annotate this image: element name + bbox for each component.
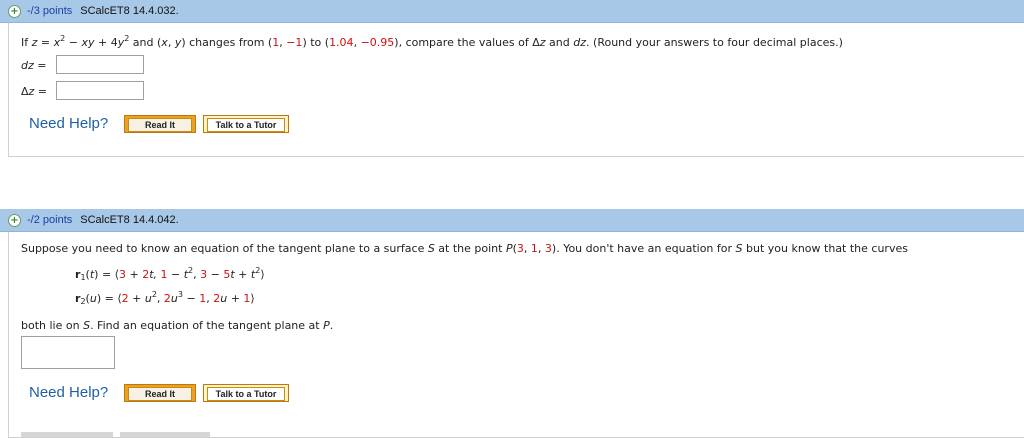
question-code: SCalcET8 14.4.032. xyxy=(80,5,179,17)
talk-to-tutor-button[interactable]: Talk to a Tutor xyxy=(203,115,289,133)
question-2-body xyxy=(8,232,1024,438)
question-1-prompt: If z = x2 − xy + 4y2 and (x, y) changes … xyxy=(21,34,843,50)
talk-to-tutor-button[interactable]: Talk to a Tutor xyxy=(203,384,289,402)
question-code: SCalcET8 14.4.042. xyxy=(80,214,179,226)
delta-z-answer-input[interactable] xyxy=(56,81,144,100)
question-1-header: + -/3 points SCalcET8 14.4.032. xyxy=(0,0,1024,23)
question-points: -/2 points xyxy=(27,214,73,226)
next-question-stub xyxy=(120,432,210,437)
delta-z-label: Δz = xyxy=(21,85,48,98)
need-help-label: Need Help? xyxy=(29,115,109,132)
read-it-button[interactable]: Read It xyxy=(124,115,196,133)
dz-label: dz = xyxy=(21,59,47,72)
question-2-header: + -/2 points SCalcET8 14.4.042. xyxy=(0,209,1024,232)
curve-r2: r2(u) = ⟨2 + u2, 2u3 − 1, 2u + 1⟩ xyxy=(75,290,255,306)
next-question-stub xyxy=(21,432,113,437)
dz-answer-input[interactable] xyxy=(56,55,144,74)
tangent-plane-answer-input[interactable] xyxy=(21,336,115,369)
expand-plus-icon[interactable]: + xyxy=(8,4,21,18)
curve-r1: r1(t) = ⟨3 + 2t, 1 − t2, 3 − 5t + t2⟩ xyxy=(75,266,265,282)
read-it-button[interactable]: Read It xyxy=(124,384,196,402)
question-2-followup: both lie on S. Find an equation of the t… xyxy=(21,319,334,332)
expand-plus-icon[interactable]: + xyxy=(8,213,21,227)
question-points: -/3 points xyxy=(27,5,73,17)
need-help-label: Need Help? xyxy=(29,384,109,401)
question-2-prompt: Suppose you need to know an equation of … xyxy=(21,242,908,255)
